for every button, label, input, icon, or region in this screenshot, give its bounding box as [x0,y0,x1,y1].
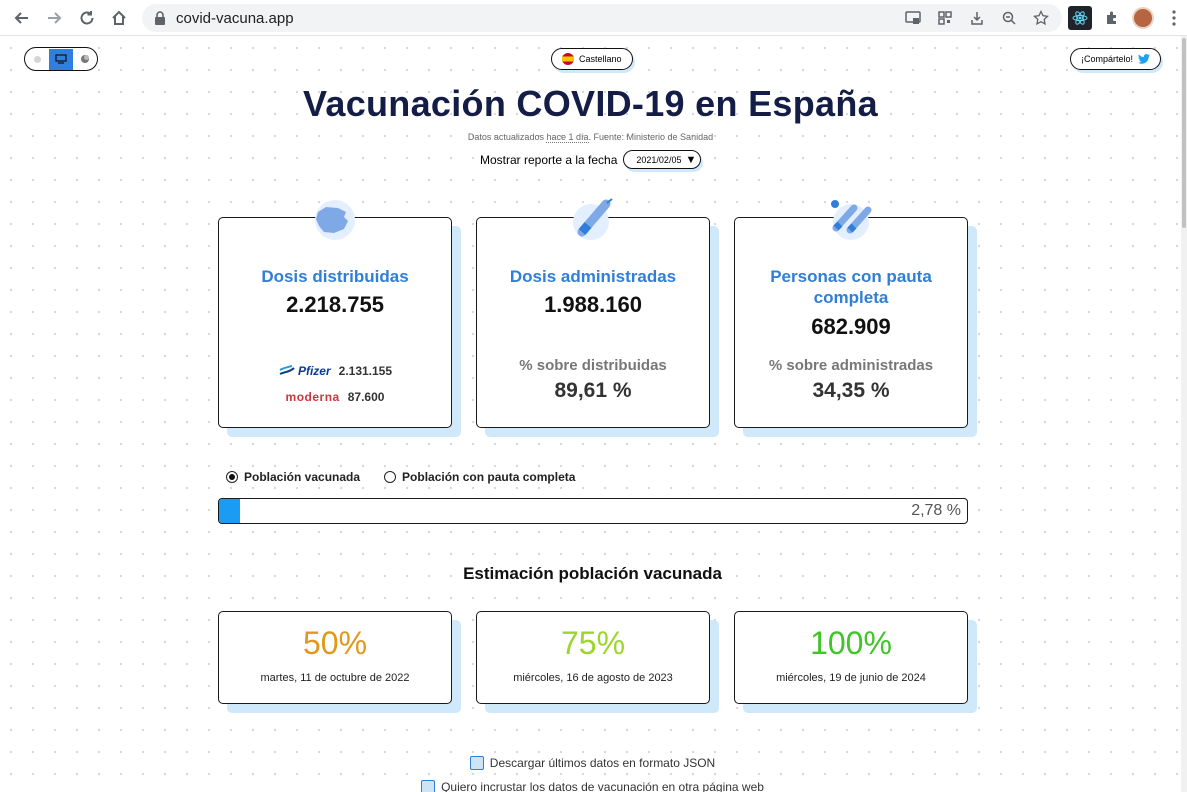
back-icon[interactable] [8,4,36,32]
radio-complete[interactable]: Población con pauta completa [384,470,575,484]
bookmark-star-icon[interactable] [1030,7,1052,29]
code-icon [421,780,436,792]
card-value: 682.909 [811,314,891,339]
profile-avatar[interactable] [1132,7,1154,29]
zoom-icon[interactable] [998,7,1020,29]
share-label: ¡Compártelo! [1081,54,1134,64]
brand-row-moderna: moderna 87.600 [219,390,451,404]
scrollbar-thumb[interactable] [1182,38,1186,228]
page-title: Vacunación COVID-19 en España [303,83,878,124]
caret-down-icon: ▼ [685,153,697,166]
dark-theme-icon[interactable] [73,49,97,70]
card-label: Dosis administradas [509,267,677,286]
estimation-date: martes, 11 de octubre de 2022 [260,672,410,684]
estimation-title: Estimación población vacunada [463,564,722,583]
estimation-percent: 100% [810,625,892,661]
lock-icon [155,11,165,25]
address-bar[interactable]: covid-vacuna.app [142,4,1062,32]
report-date-select[interactable]: 2021/02/05 ▼ [623,150,702,169]
spain-flag-icon [562,53,574,65]
progress-value: 2,78 % [911,502,961,519]
card-complete: Personas con pauta completa 682.909 % so… [734,200,968,428]
menu-kebab-icon[interactable] [1162,6,1186,30]
card-sub-value: 89,61 % [554,379,632,402]
update-info: Datos actualizados hace 1 día. Fuente: M… [467,132,714,143]
card-value: 1.988.160 [544,292,642,317]
radio-vaccinated[interactable]: Población vacunada [226,470,360,484]
cast-icon[interactable] [902,7,924,29]
estimation-card-100: 100% miércoles, 19 de junio de 2024 [734,611,968,704]
react-devtools-icon[interactable] [1068,6,1092,30]
browser-toolbar: covid-vacuna.app [0,0,1187,36]
vaccination-progress-bar: 2,78 % [218,498,968,524]
moderna-logo: moderna [285,390,340,404]
report-date-label: Mostrar reporte a la fecha [480,152,618,167]
language-selector[interactable]: Castellano [551,48,633,70]
estimation-date: miércoles, 19 de junio de 2024 [776,672,926,684]
pfizer-logo: Pfizer [278,364,331,378]
system-theme-icon[interactable] [49,48,73,70]
brand-row-pfizer: Pfizer 2.131.155 [219,364,451,378]
light-theme-icon[interactable] [25,49,49,70]
twitter-icon [1138,54,1151,64]
estimation-card-75: 75% miércoles, 16 de agosto de 2023 [476,611,710,704]
radio-dot[interactable] [226,471,238,483]
language-label: Castellano [579,54,622,64]
card-label: Personas con pauta completa [770,267,932,307]
page-content: Castellano ¡Compártelo! Vacunación COVID… [0,37,1181,792]
card-distributed: Dosis distribuidas 2.218.755 Pfizer 2.13… [218,200,452,428]
spain-map-icon [308,198,362,242]
estimation-date: miércoles, 16 de agosto de 2023 [513,672,673,684]
double-syringe-icon [824,198,878,242]
card-sub-label: % sobre distribuidas [519,357,667,374]
install-icon[interactable] [966,7,988,29]
card-sub-value: 34,35 % [812,379,890,402]
estimation-percent: 50% [302,625,368,661]
forward-icon[interactable] [40,4,68,32]
page-scrollbar[interactable] [1181,36,1187,792]
url-text: covid-vacuna.app [176,9,294,27]
home-icon[interactable] [105,4,133,32]
card-sub-label: % sobre administradas [768,357,934,374]
reload-icon[interactable] [73,4,101,32]
radio-dot[interactable] [384,471,397,483]
moderna-value: 87.600 [347,390,385,404]
update-ago: hace 1 día [546,132,589,143]
card-administered: Dosis administradas 1.988.160 % sobre di… [476,198,710,428]
estimation-percent: 75% [560,625,626,661]
card-label: Dosis distribuidas [261,267,409,286]
population-radio-group: Población vacunada Población con pauta c… [226,470,575,484]
download-json-link[interactable]: Descargar últimos datos en formato JSON [0,756,1181,770]
card-value: 2.218.755 [286,292,384,317]
extensions-puzzle-icon[interactable] [1100,6,1124,30]
document-icon [469,756,484,770]
syringe-icon [566,198,620,242]
progress-fill [219,499,240,523]
qr-code-icon[interactable] [934,7,956,29]
pfizer-value: 2.131.155 [338,364,393,378]
theme-toggle[interactable] [24,47,98,71]
estimation-card-50: 50% martes, 11 de octubre de 2022 [218,611,452,704]
share-button[interactable]: ¡Compártelo! [1070,48,1162,70]
embed-link[interactable]: Quiero incrustar los datos de vacunación… [0,780,1181,792]
report-date-row: Mostrar reporte a la fecha 2021/02/05 ▼ [480,150,702,169]
